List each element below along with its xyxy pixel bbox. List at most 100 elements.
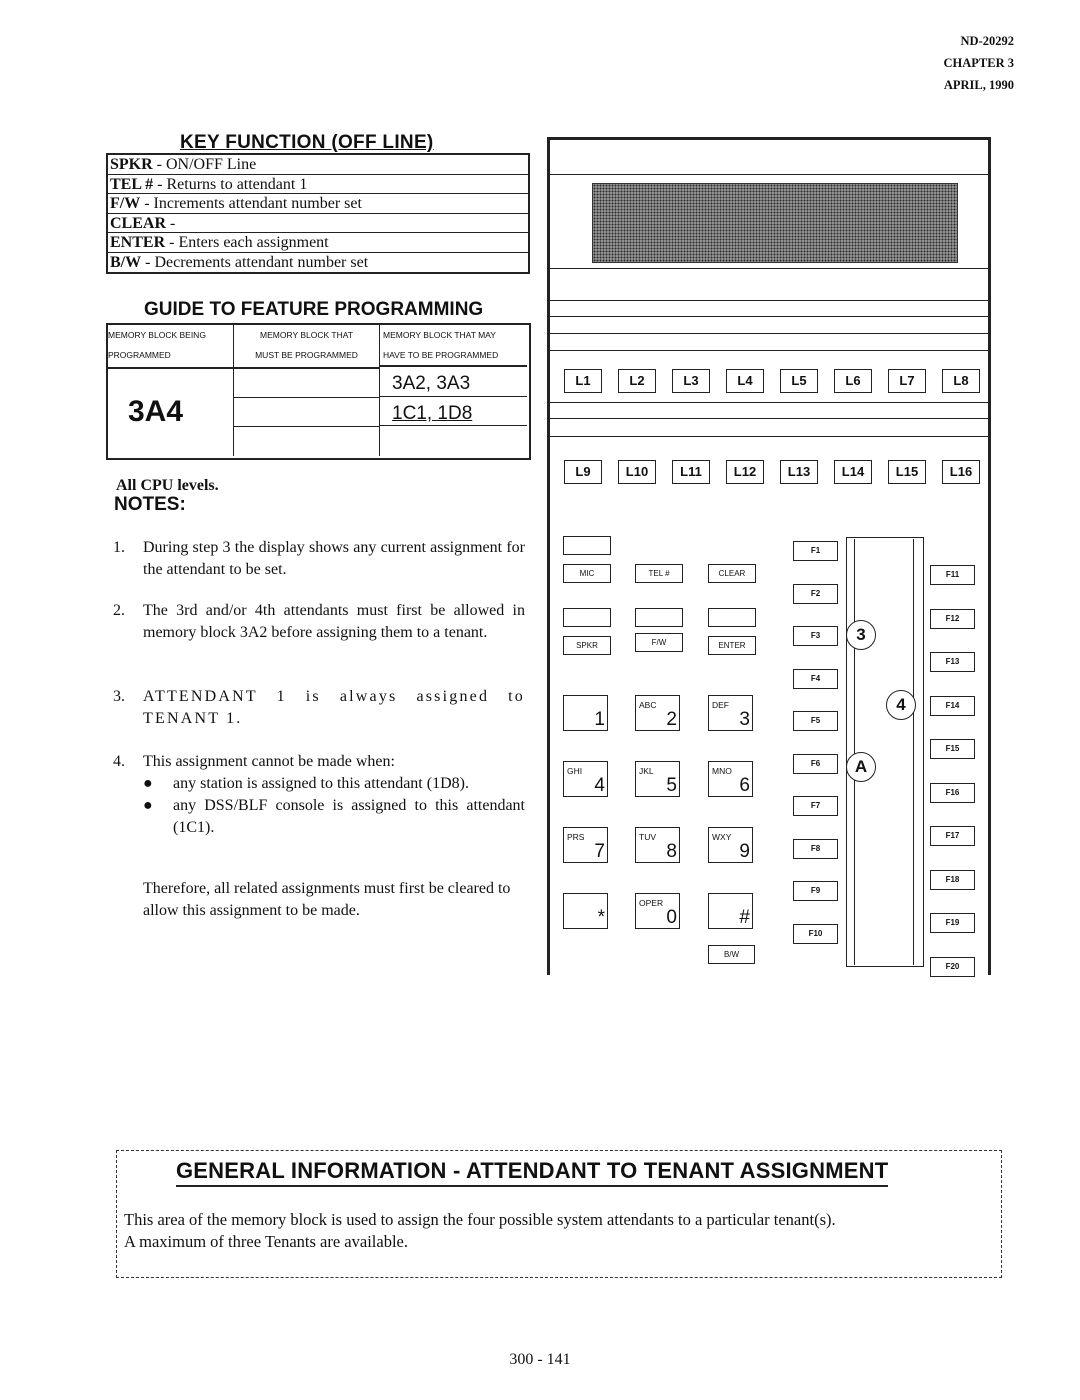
block-being-programmed-cell: 3A4: [108, 369, 234, 456]
line-key-l4[interactable]: L4: [726, 369, 764, 393]
feature-key-f5[interactable]: F5: [793, 711, 838, 731]
feature-key-f12[interactable]: F12: [930, 608, 975, 629]
feature-key-f17[interactable]: F17: [930, 826, 975, 846]
block-being-programmed: 3A4: [128, 395, 184, 428]
line-key-l12[interactable]: L12: [726, 460, 764, 484]
key-function-row: CLEAR -: [108, 214, 528, 234]
dial-key-6[interactable]: MNO 6: [708, 761, 753, 797]
divider: [550, 300, 988, 301]
divider: [550, 316, 988, 317]
enter-key[interactable]: ENTER: [708, 636, 756, 655]
feature-key-f14[interactable]: F14: [930, 695, 975, 716]
dial-key-0[interactable]: OPER 0: [635, 893, 680, 929]
key-letters: JKL: [639, 766, 654, 776]
doc-date: APRIL, 1990: [943, 78, 1014, 92]
line-key-l5[interactable]: L5: [780, 369, 818, 393]
feature-key-f3[interactable]: F3: [793, 626, 838, 646]
feature-key-f1[interactable]: F1: [793, 541, 838, 561]
line-key-l15[interactable]: L15: [888, 460, 926, 484]
header-line: MEMORY BLOCK THAT: [260, 330, 353, 340]
blank-key[interactable]: [635, 608, 683, 627]
dial-key-7[interactable]: PRS 7: [563, 827, 608, 863]
key-desc: -: [166, 214, 176, 232]
mic-key[interactable]: MIC: [563, 564, 611, 583]
chapter: CHAPTER 3: [943, 56, 1015, 70]
dial-key-8[interactable]: TUV 8: [635, 827, 680, 863]
divider: [550, 350, 988, 351]
dial-key-4[interactable]: GHI 4: [563, 761, 608, 797]
line-key-l11[interactable]: L11: [672, 460, 710, 484]
feature-key-f7[interactable]: F7: [793, 796, 838, 816]
lcd-display: [592, 183, 958, 263]
key-letters: WXY: [712, 832, 732, 842]
feature-key-f15[interactable]: F15: [930, 739, 975, 759]
key-digit: 5: [666, 775, 677, 796]
tel-number-key[interactable]: TEL #: [635, 564, 683, 583]
note-text: ATTENDANT 1 is always assigned to TENANT…: [143, 688, 525, 727]
dial-key-9[interactable]: WXY 9: [708, 827, 753, 863]
step-marker-3: 3: [846, 620, 876, 650]
dial-key-pound[interactable]: #: [708, 893, 753, 929]
dial-key-2[interactable]: ABC 2: [635, 695, 680, 731]
line-key-l2[interactable]: L2: [618, 369, 656, 393]
may-cell: 3A2, 3A3: [380, 369, 527, 397]
line-key-l6[interactable]: L6: [834, 369, 872, 393]
line-key-l3[interactable]: L3: [672, 369, 710, 393]
line-key-l9[interactable]: L9: [564, 460, 602, 484]
line-key-l10[interactable]: L10: [618, 460, 656, 484]
key-function-table: SPKR - ON/OFF Line TEL # - Returns to at…: [106, 153, 530, 274]
step-marker-4: 4: [886, 690, 916, 720]
key-name: F/W: [110, 195, 141, 213]
clear-key[interactable]: CLEAR: [708, 564, 756, 583]
spkr-key[interactable]: SPKR: [563, 636, 611, 655]
blank-key[interactable]: [563, 536, 611, 555]
key-digit: 8: [666, 841, 677, 862]
fw-key[interactable]: F/W: [635, 633, 683, 652]
key-desc: - Returns to attendant 1: [153, 175, 308, 193]
feature-key-f10[interactable]: F10: [793, 923, 838, 944]
feature-key-f18[interactable]: F18: [930, 869, 975, 890]
line-key-l1[interactable]: L1: [564, 369, 602, 393]
feature-key-f6[interactable]: F6: [793, 753, 838, 774]
dial-key-3[interactable]: DEF 3: [708, 695, 753, 731]
note-text: During step 3 the display shows any curr…: [143, 539, 525, 578]
divider: [550, 268, 988, 269]
document-header: ND-20292 CHAPTER 3 APRIL, 1990: [944, 30, 1015, 96]
feature-key-f2[interactable]: F2: [793, 583, 838, 604]
line-key-l8[interactable]: L8: [942, 369, 980, 393]
header-line: PROGRAMMED: [108, 350, 171, 360]
line-key-l7[interactable]: L7: [888, 369, 926, 393]
key-digit: *: [597, 907, 605, 928]
blank-key[interactable]: [563, 608, 611, 627]
key-letters: MNO: [712, 766, 732, 776]
line-key-l13[interactable]: L13: [780, 460, 818, 484]
note-bullet: ● any DSS/BLF console is assigned to thi…: [143, 795, 525, 839]
feature-key-f20[interactable]: F20: [930, 956, 975, 977]
line-key-l14[interactable]: L14: [834, 460, 872, 484]
line-key-l16[interactable]: L16: [942, 460, 980, 484]
key-letters: DEF: [712, 700, 729, 710]
feature-key-f8[interactable]: F8: [793, 838, 838, 859]
key-digit: #: [739, 907, 750, 928]
dial-key-1[interactable]: 1: [563, 695, 608, 731]
key-function-row: TEL # - Returns to attendant 1: [108, 175, 528, 195]
feature-key-f9[interactable]: F9: [793, 881, 838, 901]
feature-key-f11[interactable]: F11: [930, 565, 975, 585]
divider: [550, 436, 988, 437]
dial-key-star[interactable]: *: [563, 893, 608, 929]
guide-header-col2: MEMORY BLOCK THAT MUST BE PROGRAMMED: [234, 325, 380, 369]
feature-key-f13[interactable]: F13: [930, 652, 975, 672]
key-function-row: F/W - Increments attendant number set: [108, 194, 528, 214]
feature-key-f4[interactable]: F4: [793, 668, 838, 689]
blank-key[interactable]: [708, 608, 756, 627]
dial-key-5[interactable]: JKL 5: [635, 761, 680, 797]
feature-key-f19[interactable]: F19: [930, 913, 975, 933]
must-cell: [234, 427, 380, 456]
divider: [550, 418, 988, 419]
key-desc: - Decrements attendant number set: [141, 253, 369, 271]
bw-key[interactable]: B/W: [708, 945, 755, 964]
note-text: The 3rd and/or 4th attendants must first…: [143, 602, 525, 641]
feature-key-f16[interactable]: F16: [930, 782, 975, 803]
header-line: MUST BE PROGRAMMED: [255, 350, 358, 360]
step-marker-a: A: [846, 752, 876, 782]
